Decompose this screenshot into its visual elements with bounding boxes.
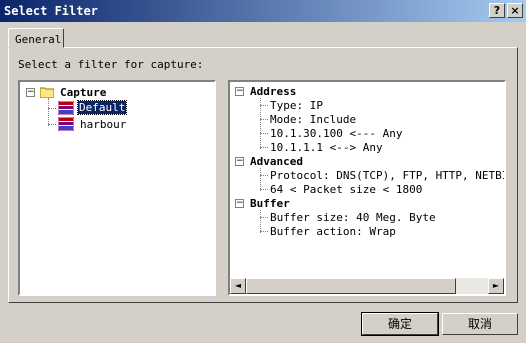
close-button[interactable]: ×: [507, 3, 523, 18]
tree-connector: [260, 133, 268, 134]
scroll-thumb[interactable]: [246, 278, 456, 294]
scroll-right-button[interactable]: ►: [488, 278, 504, 294]
address-line: Type: IP: [270, 99, 323, 112]
filter-icon: [58, 101, 74, 115]
tree-root-capture[interactable]: Capture: [60, 86, 106, 99]
buffer-line: Buffer size: 40 Meg. Byte: [270, 211, 436, 224]
collapse-buffer-toggle[interactable]: −: [235, 199, 244, 208]
prompt-label: Select a filter for capture:: [18, 58, 204, 71]
cancel-button[interactable]: 取消: [442, 313, 518, 335]
tree-connector: [260, 147, 268, 148]
tree-connector: [48, 108, 56, 109]
tree-connector: [260, 119, 268, 120]
tree-connector: [260, 217, 268, 218]
tree-connector: [260, 168, 261, 191]
tree-connector: [48, 98, 49, 126]
tree-connector: [48, 124, 56, 125]
folder-icon: [40, 87, 54, 98]
title-bar: Select Filter ? ×: [0, 0, 526, 22]
scroll-left-button[interactable]: ◄: [230, 278, 246, 294]
section-buffer: Buffer: [250, 197, 290, 210]
tree-item-default[interactable]: Default: [76, 100, 128, 115]
help-button[interactable]: ?: [489, 3, 505, 18]
tab-general[interactable]: General: [8, 28, 64, 48]
advanced-line: Protocol: DNS(TCP), FTP, HTTP, NETBIOS(: [270, 169, 506, 182]
window-title: Select Filter: [4, 4, 98, 18]
tree-connector: [260, 189, 268, 190]
horizontal-scrollbar[interactable]: ◄ ►: [230, 278, 504, 294]
filter-icon: [58, 117, 74, 131]
tree-connector: [260, 231, 268, 232]
tree-connector: [260, 210, 261, 233]
address-line: 10.1.1.1 <--> Any: [270, 141, 383, 154]
collapse-advanced-toggle[interactable]: −: [235, 157, 244, 166]
filter-details[interactable]: − Address Type: IP Mode: Include 10.1.30…: [228, 80, 506, 296]
section-address: Address: [250, 85, 297, 98]
ok-button[interactable]: 确定: [361, 312, 439, 336]
tree-connector: [260, 105, 268, 106]
address-line: Mode: Include: [270, 113, 357, 126]
advanced-line: 64 < Packet size < 1800: [270, 183, 423, 196]
tree-item-harbour[interactable]: harbour: [80, 118, 126, 131]
collapse-capture-toggle[interactable]: −: [26, 88, 35, 97]
tree-connector: [260, 175, 268, 176]
buffer-line: Buffer action: Wrap: [270, 225, 396, 238]
filter-tree[interactable]: − Capture Default harbour: [18, 80, 216, 296]
collapse-address-toggle[interactable]: −: [235, 87, 244, 96]
section-advanced: Advanced: [250, 155, 303, 168]
address-line: 10.1.30.100 <--- Any: [270, 127, 403, 140]
